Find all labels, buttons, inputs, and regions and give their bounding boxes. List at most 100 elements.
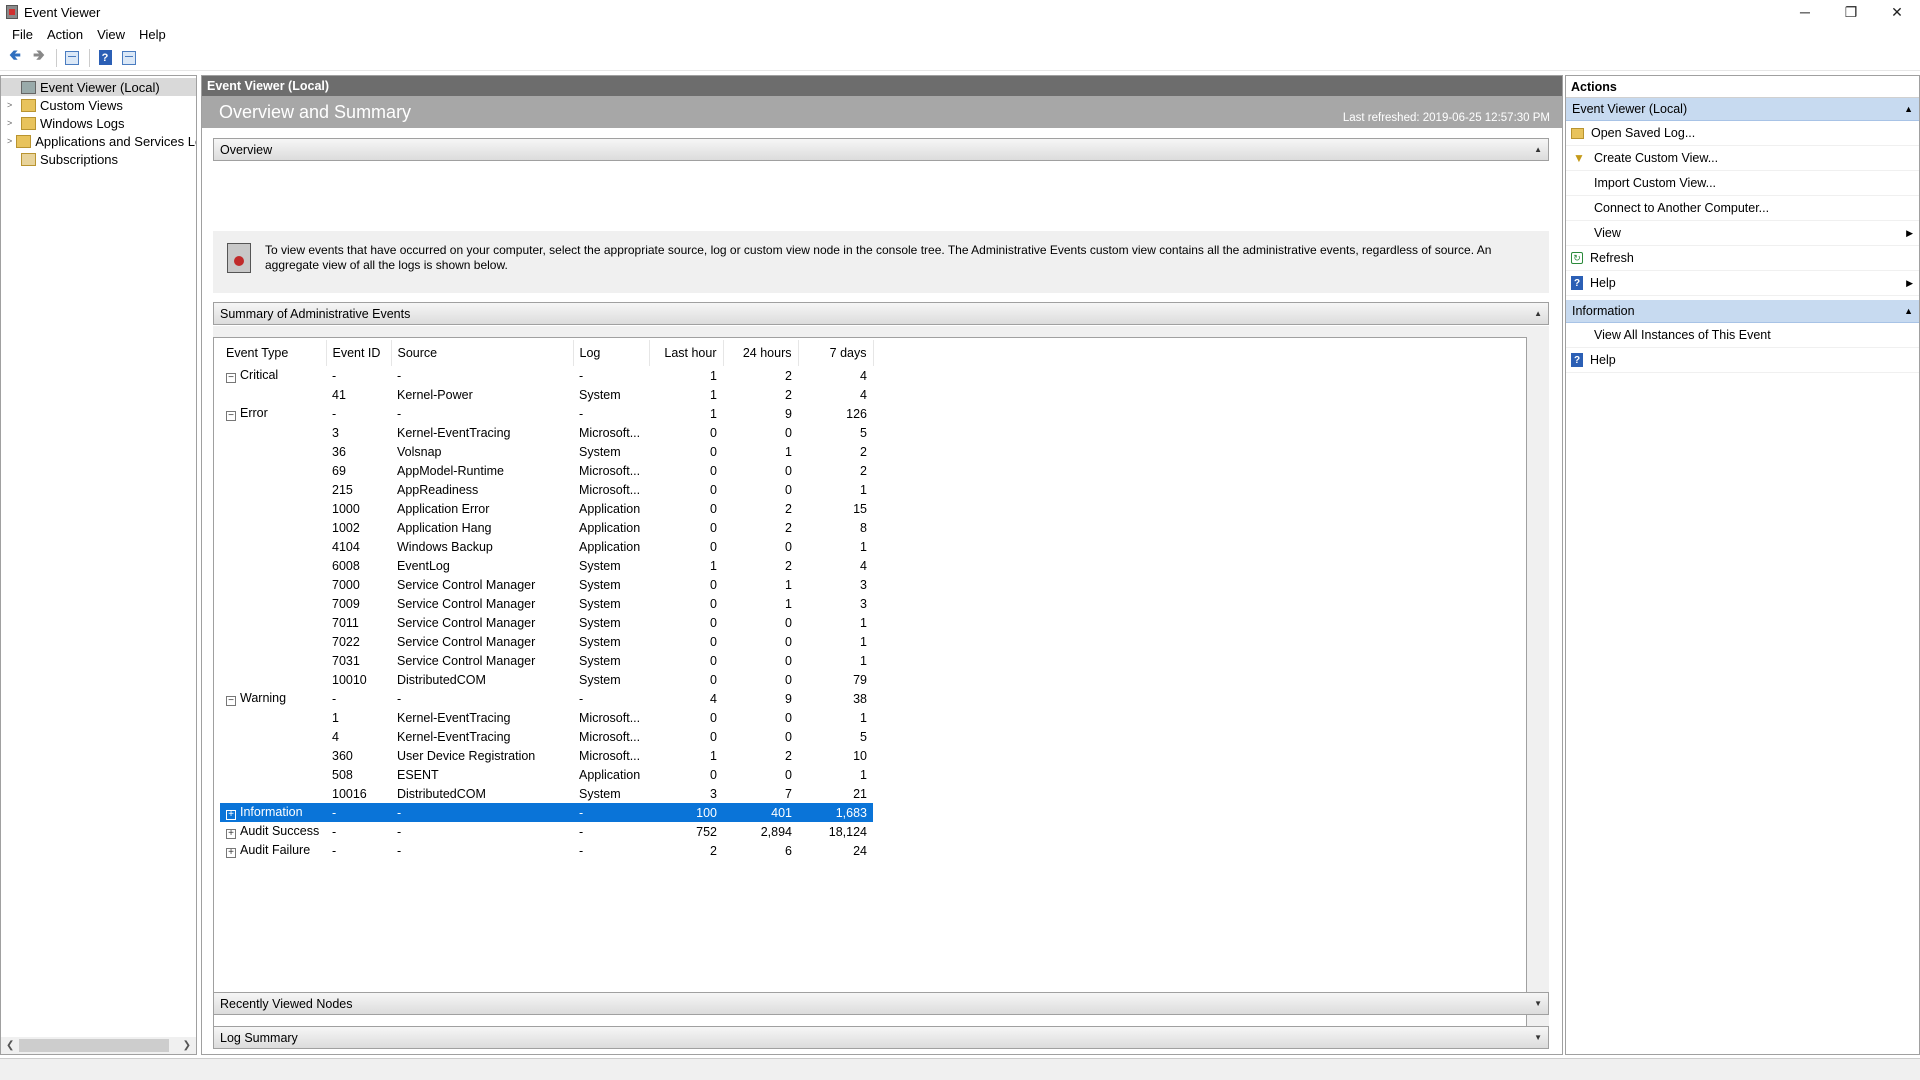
table-row[interactable]: + Information - - -100 401 1,683 bbox=[220, 803, 873, 822]
table-row[interactable]: 36 Volsnap System 0 1 2 bbox=[220, 442, 873, 461]
column-header[interactable]: Last hour bbox=[649, 340, 724, 366]
tree-item-subscriptions[interactable]: Subscriptions bbox=[1, 150, 196, 168]
scroll-left-icon[interactable]: ❮ bbox=[6, 1040, 14, 1051]
table-row[interactable]: 508 ESENT Application 0 0 1 bbox=[220, 765, 873, 784]
cell-event-id: 6008 bbox=[332, 558, 360, 573]
log-summary-section-header[interactable]: Log Summary ▼ bbox=[213, 1026, 1549, 1049]
table-row[interactable]: 4104 Windows Backup Application 0 0 1 bbox=[220, 537, 873, 556]
chevron-right-icon[interactable]: > bbox=[7, 100, 17, 110]
table-row[interactable]: 1000 Application Error Application 0 2 15 bbox=[220, 499, 873, 518]
table-row[interactable]: 10016 DistributedCOM System 3 7 21 bbox=[220, 784, 873, 803]
status-bar bbox=[0, 1058, 1920, 1080]
cell-source: Service Control Manager bbox=[397, 615, 536, 630]
chevron-right-icon[interactable]: > bbox=[7, 136, 12, 146]
column-header[interactable]: Log bbox=[573, 340, 650, 366]
overview-band: Overview and Summary Last refreshed: 201… bbox=[202, 96, 1562, 128]
table-row[interactable]: 6008 EventLog System 1 2 4 bbox=[220, 556, 873, 575]
minimize-button[interactable]: ─ bbox=[1782, 0, 1828, 24]
action-item[interactable]: Import Custom View... bbox=[1566, 171, 1919, 196]
table-row[interactable]: 7031 Service Control Manager System 0 0 1 bbox=[220, 651, 873, 670]
cell-log: Microsoft... bbox=[579, 463, 641, 478]
restore-button[interactable]: ❐ bbox=[1828, 0, 1874, 24]
menu-action[interactable]: Action bbox=[41, 27, 89, 42]
recently-viewed-section-header[interactable]: Recently Viewed Nodes ▼ bbox=[213, 992, 1549, 1015]
tree-item-event-viewer-local[interactable]: Event Viewer (Local) bbox=[1, 78, 196, 96]
expand-icon[interactable]: ▼ bbox=[1534, 999, 1542, 1008]
cell-7-days: 21 bbox=[853, 786, 867, 801]
table-row[interactable]: 215 AppReadiness Microsoft... 0 0 1 bbox=[220, 480, 873, 499]
cell-source: DistributedCOM bbox=[397, 786, 486, 801]
action-label: View All Instances of This Event bbox=[1594, 328, 1771, 342]
menu-help[interactable]: Help bbox=[133, 27, 172, 42]
forward-arrow-icon[interactable]: 🢂 bbox=[28, 47, 50, 69]
table-row[interactable]: − Warning - - -4 9 38 bbox=[220, 689, 873, 708]
chevron-right-icon[interactable]: > bbox=[7, 118, 17, 128]
tree-item-custom-views[interactable]: > Custom Views bbox=[1, 96, 196, 114]
action-item[interactable]: ? Help ▶ bbox=[1566, 271, 1919, 296]
folder-icon bbox=[21, 98, 36, 112]
action-item[interactable]: View ▶ bbox=[1566, 221, 1919, 246]
table-row[interactable]: 1 Kernel-EventTracing Microsoft... 0 0 1 bbox=[220, 708, 873, 727]
collapse-icon[interactable]: ▲ bbox=[1534, 145, 1542, 154]
actions-section-header[interactable]: Information ▲ bbox=[1566, 300, 1919, 323]
column-header[interactable]: Event ID bbox=[326, 340, 392, 366]
table-row[interactable]: − Critical - - -1 2 4 bbox=[220, 366, 873, 385]
cell-log: Application bbox=[579, 520, 641, 535]
table-row[interactable]: 7000 Service Control Manager System 0 1 3 bbox=[220, 575, 873, 594]
collapse-minus-icon[interactable]: − bbox=[226, 373, 236, 383]
action-item[interactable]: ▼ Create Custom View... bbox=[1566, 146, 1919, 171]
tree-item-label: Event Viewer (Local) bbox=[40, 79, 160, 95]
menu-view[interactable]: View bbox=[91, 27, 131, 42]
expand-plus-icon[interactable]: + bbox=[226, 810, 236, 820]
action-item[interactable]: Open Saved Log... bbox=[1566, 121, 1919, 146]
column-header[interactable]: 7 days bbox=[798, 340, 874, 366]
expand-plus-icon[interactable]: + bbox=[226, 848, 236, 858]
collapse-icon[interactable]: ▲ bbox=[1534, 309, 1542, 318]
column-header[interactable]: Event Type bbox=[220, 340, 327, 366]
show-hide-console-tree-icon[interactable] bbox=[61, 47, 83, 69]
table-row[interactable]: 7011 Service Control Manager System 0 0 1 bbox=[220, 613, 873, 632]
collapse-minus-icon[interactable]: − bbox=[226, 411, 236, 421]
tree-item-windows-logs[interactable]: > Windows Logs bbox=[1, 114, 196, 132]
back-arrow-icon[interactable]: 🢀 bbox=[4, 47, 26, 69]
scroll-thumb[interactable] bbox=[19, 1039, 169, 1052]
tree-item-applications-and-services[interactable]: > Applications and Services Lo bbox=[1, 132, 196, 150]
table-row[interactable]: 4 Kernel-EventTracing Microsoft... 0 0 5 bbox=[220, 727, 873, 746]
table-row[interactable]: + Audit Success - - -752 2,894 18,124 bbox=[220, 822, 873, 841]
horizontal-scrollbar[interactable]: ❮ ❯ bbox=[1, 1037, 196, 1054]
action-item[interactable]: View All Instances of This Event bbox=[1566, 323, 1919, 348]
menu-file[interactable]: File bbox=[6, 27, 39, 42]
action-item[interactable]: ↻ Refresh bbox=[1566, 246, 1919, 271]
folder-icon bbox=[21, 116, 36, 130]
action-item[interactable]: ? Help bbox=[1566, 348, 1919, 373]
table-row[interactable]: + Audit Failure - - - 2 6 24 bbox=[220, 841, 873, 860]
collapse-icon[interactable]: ▲ bbox=[1904, 104, 1913, 114]
table-row[interactable]: 7022 Service Control Manager System 0 0 1 bbox=[220, 632, 873, 651]
table-row[interactable]: 1002 Application Hang Application 0 2 8 bbox=[220, 518, 873, 537]
table-row[interactable]: 69 AppModel-Runtime Microsoft... 0 0 2 bbox=[220, 461, 873, 480]
summary-section-header[interactable]: Summary of Administrative Events ▲ bbox=[213, 302, 1549, 325]
table-row[interactable]: 7009 Service Control Manager System 0 1 3 bbox=[220, 594, 873, 613]
table-row[interactable]: 10010 DistributedCOM System 0 0 79 bbox=[220, 670, 873, 689]
collapse-icon[interactable]: ▲ bbox=[1904, 306, 1913, 316]
overview-section-header[interactable]: Overview ▲ bbox=[213, 138, 1549, 161]
cell-last-hour: 2 bbox=[710, 843, 717, 858]
expand-icon[interactable]: ▼ bbox=[1534, 1033, 1542, 1042]
help-icon[interactable]: ? bbox=[94, 47, 116, 69]
close-button[interactable]: ✕ bbox=[1874, 0, 1920, 24]
cell-24-hours: 0 bbox=[785, 634, 792, 649]
table-row[interactable]: 360 User Device Registration Microsoft... 1… bbox=[220, 746, 873, 765]
column-header[interactable]: Source bbox=[391, 340, 574, 366]
actions-section-header[interactable]: Event Viewer (Local) ▲ bbox=[1566, 98, 1919, 121]
table-row[interactable]: − Error - - -1 9 126 bbox=[220, 404, 873, 423]
collapse-minus-icon[interactable]: − bbox=[226, 696, 236, 706]
table-row[interactable]: 41 Kernel-Power System 1 2 4 bbox=[220, 385, 873, 404]
toolbar: 🢀 🢂 ? bbox=[0, 45, 1920, 71]
expand-plus-icon[interactable]: + bbox=[226, 829, 236, 839]
show-hide-action-pane-icon[interactable] bbox=[118, 47, 140, 69]
table-row[interactable]: 3 Kernel-EventTracing Microsoft... 0 0 5 bbox=[220, 423, 873, 442]
action-item[interactable]: Connect to Another Computer... bbox=[1566, 196, 1919, 221]
column-header[interactable]: 24 hours bbox=[723, 340, 799, 366]
scroll-right-icon[interactable]: ❯ bbox=[183, 1040, 191, 1051]
cell-source: Volsnap bbox=[397, 444, 442, 459]
